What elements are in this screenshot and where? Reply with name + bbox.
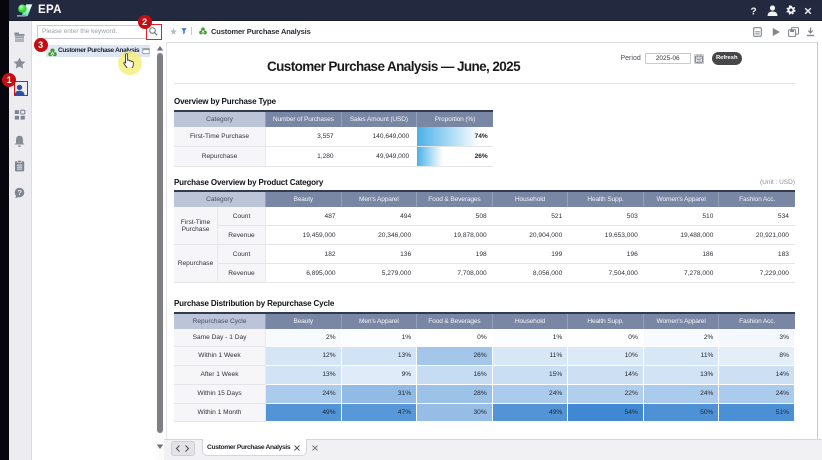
svg-text:?: ? (17, 188, 22, 197)
svg-text:?: ? (750, 7, 756, 18)
